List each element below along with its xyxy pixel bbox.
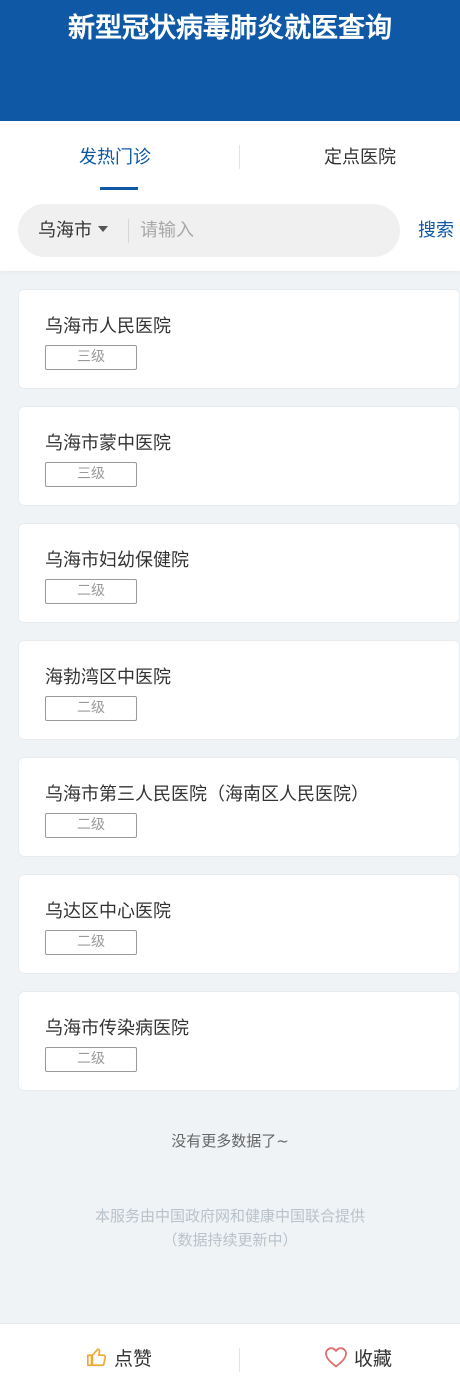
hospital-name: 乌海市第三人民医院（海南区人民医院） [45,784,369,805]
active-tab-indicator [100,187,138,190]
hospital-card[interactable]: 乌海市妇幼保健院 二级 [18,523,460,623]
hospital-name: 乌海市传染病医院 [45,1018,189,1039]
search-button[interactable]: 搜索 [418,204,454,257]
page-title: 新型冠状病毒肺炎就医查询 [68,13,392,44]
city-select[interactable]: 乌海市 [38,204,108,257]
favorite-label: 收藏 [354,1348,393,1370]
caret-down-icon [98,226,108,232]
like-button[interactable]: 点赞 [86,1324,152,1393]
hospital-card[interactable]: 乌海市第三人民医院（海南区人民医院） 二级 [18,757,460,857]
tab-bar: 发热门诊 定点医院 [0,121,460,195]
hospital-level-badge: 二级 [45,1047,137,1072]
search-divider [128,219,129,243]
bottom-action-bar: 点赞 收藏 [0,1323,460,1393]
page-header: 新型冠状病毒肺炎就医查询 [0,0,460,121]
list-end-message: 没有更多数据了~ [171,1132,289,1150]
hospital-card[interactable]: 乌海市人民医院 三级 [18,289,460,389]
service-note-line: （数据持续更新中） [162,1231,298,1249]
tab-fever-clinic[interactable]: 发热门诊 [0,121,230,195]
city-select-label: 乌海市 [38,220,92,241]
service-note-line: 本服务由中国政府网和健康中国联合提供 [94,1207,365,1225]
hospital-name: 乌海市人民医院 [45,316,171,337]
hospital-card[interactable]: 乌海市蒙中医院 三级 [18,406,460,506]
hospital-level-badge: 二级 [45,579,137,604]
favorite-button[interactable]: 收藏 [324,1324,392,1393]
like-label: 点赞 [114,1348,153,1370]
hospital-name: 乌海市蒙中医院 [45,433,171,454]
hospital-card[interactable]: 乌达区中心医院 二级 [18,874,460,974]
tab-divider [239,145,240,169]
hospital-card[interactable]: 乌海市传染病医院 二级 [18,991,460,1091]
hospital-level-badge: 二级 [45,813,137,838]
hospital-level-badge: 二级 [45,930,137,955]
tab-designated-hospital[interactable]: 定点医院 [250,121,460,195]
hospital-card[interactable]: 海勃湾区中医院 二级 [18,640,460,740]
hospital-name: 乌海市妇幼保健院 [45,550,189,571]
hospital-level-badge: 三级 [45,462,137,487]
heart-icon [325,1346,347,1367]
hospital-level-badge: 二级 [45,696,137,721]
search-bar: 乌海市 搜索 [0,195,460,271]
bar-divider [239,1348,240,1372]
search-pill: 乌海市 [18,204,400,257]
hospital-level-badge: 三级 [45,345,137,370]
thumbs-up-icon [87,1347,107,1366]
service-note: 本服务由中国政府网和健康中国联合提供 （数据持续更新中） [0,1204,460,1252]
hospital-name: 海勃湾区中医院 [45,667,171,688]
hospital-name: 乌达区中心医院 [45,901,171,922]
search-input[interactable] [140,204,380,257]
